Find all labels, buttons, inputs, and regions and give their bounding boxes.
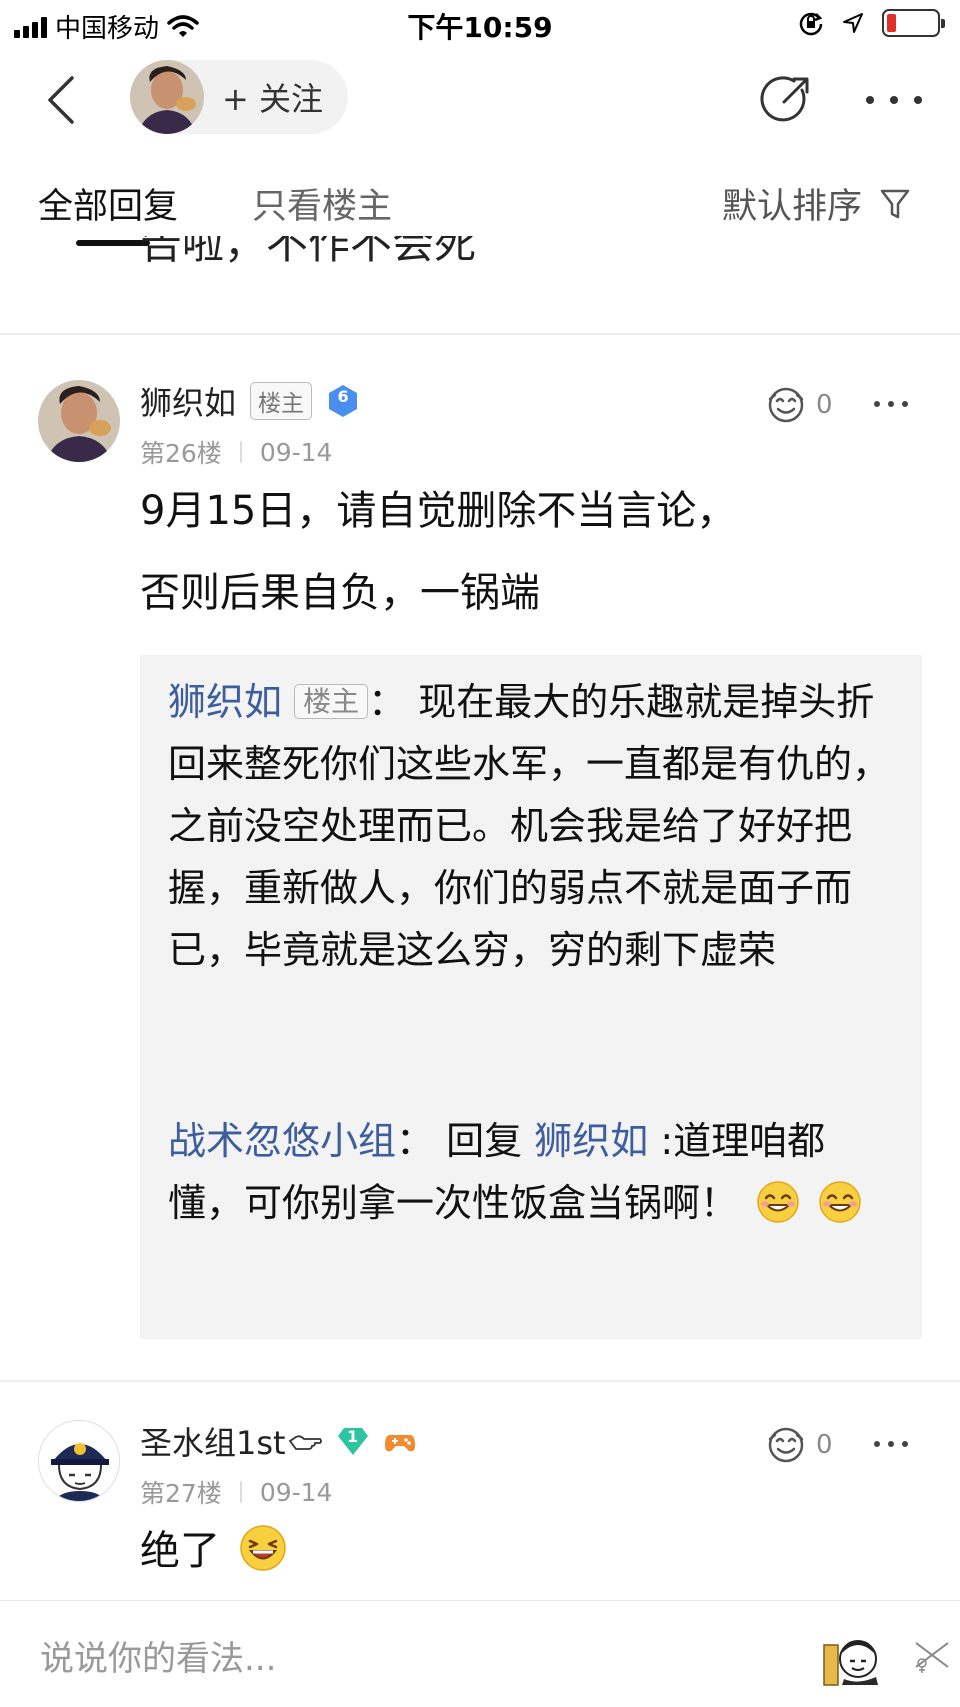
- like-icon: [768, 1427, 804, 1463]
- post-divider: [0, 333, 960, 335]
- sort-button[interactable]: 默认排序: [722, 178, 910, 229]
- pointing-hand-icon: [288, 1435, 322, 1450]
- more-options-button[interactable]: [866, 80, 922, 120]
- post-content: 绝了: [140, 1510, 900, 1592]
- battery-icon: [882, 9, 945, 37]
- avatar[interactable]: [38, 380, 120, 462]
- owner-avatar[interactable]: [130, 60, 204, 134]
- post-author: 狮织如 楼主 6: [140, 378, 360, 424]
- floor-number: 第27楼: [140, 1479, 222, 1508]
- filter-icon: [880, 189, 910, 218]
- reply-username[interactable]: 狮织如: [168, 680, 282, 724]
- username[interactable]: 狮织如: [140, 378, 236, 424]
- chevron-left-icon: [48, 76, 74, 124]
- follow-button[interactable]: + 关注: [222, 74, 323, 120]
- status-bar: 中国移动 下午10:59: [0, 0, 960, 48]
- comment-input[interactable]: 说说你的看法...: [40, 1631, 276, 1680]
- username[interactable]: 圣水组1st: [140, 1418, 286, 1464]
- reply-username[interactable]: 战术忽悠小组: [168, 1119, 396, 1163]
- post-content-text: 绝了: [140, 1528, 220, 1574]
- sub-replies-box[interactable]: 狮织如 楼主： 现在最大的乐趣就是掉头折回来整死你们这些水军，一直都是有仇的，之…: [140, 655, 922, 1339]
- post-more-button[interactable]: [874, 399, 908, 409]
- laughing-emoji-icon: [239, 1525, 286, 1571]
- post-date: 09-14: [259, 1477, 333, 1507]
- game-controller-icon: [384, 1435, 415, 1452]
- post-meta: 第26楼 09-14: [140, 434, 360, 470]
- owner-badge: 楼主: [250, 382, 313, 420]
- level-number: 1: [347, 1427, 359, 1446]
- post-divider: [0, 1380, 960, 1382]
- level-badge-icon: 1: [336, 1424, 370, 1458]
- level-badge-icon: 6: [326, 384, 360, 418]
- level-number: 6: [337, 387, 349, 406]
- sub-reply: 狮织如 楼主： 现在最大的乐趣就是掉头折回来整死你们这些水军，一直都是有仇的，之…: [168, 680, 891, 972]
- grin-emoji-icon: [819, 1181, 861, 1223]
- previous-post-text: 告啦，不作不会死: [140, 236, 477, 268]
- floor-number: 第26楼: [140, 439, 222, 468]
- tab-all-replies[interactable]: 全部回复: [38, 178, 178, 229]
- like-icon: [768, 387, 804, 423]
- status-right: [798, 9, 945, 37]
- sticker-icon[interactable]: [820, 1623, 886, 1689]
- like-count: 0: [816, 390, 833, 420]
- post-more-button[interactable]: [874, 1439, 908, 1449]
- nav-bar: + 关注: [0, 52, 960, 142]
- post-meta: 第27楼 09-14: [140, 1474, 416, 1510]
- avatar[interactable]: [38, 1420, 120, 1502]
- post-header: 狮织如 楼主 6 第26楼 09-14: [140, 378, 360, 470]
- reply-target-username[interactable]: 狮织如: [534, 1119, 648, 1163]
- owner-badge: 楼主: [294, 684, 369, 719]
- tab-owner-only[interactable]: 只看楼主: [252, 178, 392, 229]
- sub-reply: 战术忽悠小组： 回复 狮织如 :道理咱都懂，可你别拿一次性饭盒当锅啊！: [168, 1110, 898, 1234]
- post-content: 9月15日，请自觉删除不当言论， 否则后果自负，一锅端: [140, 470, 900, 634]
- like-button[interactable]: 0: [766, 1425, 833, 1465]
- post-content-line: 否则后果自负，一锅端: [140, 570, 540, 616]
- like-count: 0: [816, 1430, 833, 1460]
- close-sticker-icon[interactable]: [910, 1633, 954, 1677]
- rotation-lock-icon: [799, 12, 823, 36]
- share-icon[interactable]: [758, 72, 814, 128]
- comment-bar: 说说你的看法...: [0, 1600, 960, 1707]
- reply-prefix: 回复: [446, 1119, 523, 1163]
- grin-emoji-icon: [757, 1181, 799, 1223]
- post-content-line: 9月15日，请自觉删除不当言论，: [140, 488, 737, 534]
- post-author: 圣水组1st 1: [140, 1418, 416, 1464]
- location-arrow-icon: [843, 13, 863, 33]
- back-button[interactable]: [36, 70, 86, 130]
- post-header: 圣水组1st 1 第27楼 09-14: [140, 1418, 416, 1510]
- active-tab-indicator: [76, 240, 150, 246]
- sort-label: 默认排序: [721, 187, 862, 227]
- like-button[interactable]: 0: [766, 385, 833, 425]
- follow-pill[interactable]: + 关注: [130, 60, 348, 134]
- post-date: 09-14: [259, 437, 333, 467]
